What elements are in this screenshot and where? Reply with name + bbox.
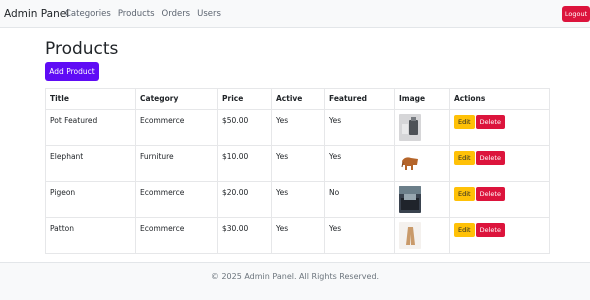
cell-price: $30.00 bbox=[217, 217, 272, 254]
cell-actions: Edit Delete bbox=[449, 217, 550, 254]
cell-category: Ecommerce bbox=[135, 217, 218, 254]
add-product-button[interactable]: Add Product bbox=[45, 62, 99, 81]
column-header-price: Price bbox=[217, 88, 272, 110]
cell-featured: Yes bbox=[324, 109, 395, 146]
footer-copyright: © 2025 Admin Panel. All Rights Reserved. bbox=[210, 272, 380, 281]
cell-featured: No bbox=[324, 181, 395, 218]
cell-featured: Yes bbox=[324, 145, 395, 182]
delete-button[interactable]: Delete bbox=[475, 187, 505, 201]
products-table: Title Category Price Active Featured Ima… bbox=[45, 88, 550, 254]
logout-button[interactable]: Logout bbox=[562, 6, 590, 22]
delete-button[interactable]: Delete bbox=[475, 151, 505, 165]
cell-title: Pot Featured bbox=[45, 109, 136, 146]
cell-image bbox=[394, 145, 450, 182]
column-header-image: Image bbox=[394, 88, 450, 110]
nav-link-orders[interactable]: Orders bbox=[162, 9, 191, 19]
delete-button[interactable]: Delete bbox=[475, 115, 505, 129]
table-row: Elephant Furniture $10.00 Yes Yes Edit De… bbox=[45, 145, 550, 182]
cell-image bbox=[394, 217, 450, 254]
table-header-row: Title Category Price Active Featured Ima… bbox=[45, 88, 550, 110]
edit-button[interactable]: Edit bbox=[454, 115, 475, 129]
cell-title: Pigeon bbox=[45, 181, 136, 218]
cell-actions: Edit Delete bbox=[449, 181, 550, 218]
cell-active: Yes bbox=[271, 145, 325, 182]
nav-link-products[interactable]: Products bbox=[118, 9, 155, 19]
nav-links: Categories Products Orders Users bbox=[65, 9, 228, 19]
navbar: Admin Panel Categories Products Orders U… bbox=[0, 0, 590, 28]
elephant-thumbnail bbox=[399, 150, 421, 177]
footer: © 2025 Admin Panel. All Rights Reserved. bbox=[0, 262, 590, 300]
pot-thumbnail bbox=[399, 114, 421, 141]
table-row: Pot Featured Ecommerce $50.00 Yes Yes Ed… bbox=[45, 109, 550, 146]
brand-link[interactable]: Admin Panel bbox=[4, 8, 69, 20]
cell-category: Furniture bbox=[135, 145, 218, 182]
column-header-actions: Actions bbox=[449, 88, 550, 110]
edit-button[interactable]: Edit bbox=[454, 151, 475, 165]
column-header-featured: Featured bbox=[324, 88, 395, 110]
column-header-active: Active bbox=[271, 88, 325, 110]
cell-image bbox=[394, 181, 450, 218]
patton-thumbnail bbox=[399, 222, 421, 249]
cell-featured: Yes bbox=[324, 217, 395, 254]
cell-image bbox=[394, 109, 450, 146]
cell-price: $20.00 bbox=[217, 181, 272, 218]
cell-active: Yes bbox=[271, 109, 325, 146]
cell-price: $50.00 bbox=[217, 109, 272, 146]
cell-title: Elephant bbox=[45, 145, 136, 182]
cell-active: Yes bbox=[271, 181, 325, 218]
edit-button[interactable]: Edit bbox=[454, 187, 475, 201]
cell-price: $10.00 bbox=[217, 145, 272, 182]
cell-title: Patton bbox=[45, 217, 136, 254]
cell-actions: Edit Delete bbox=[449, 109, 550, 146]
cell-active: Yes bbox=[271, 217, 325, 254]
edit-button[interactable]: Edit bbox=[454, 223, 475, 237]
cell-category: Ecommerce bbox=[135, 109, 218, 146]
delete-button[interactable]: Delete bbox=[475, 223, 505, 237]
pigeon-thumbnail bbox=[399, 186, 421, 213]
page-title: Products bbox=[45, 39, 119, 59]
table-row: Patton Ecommerce $30.00 Yes Yes Edit Dele… bbox=[45, 217, 550, 254]
table-row: Pigeon Ecommerce $20.00 Yes No Edit Delet… bbox=[45, 181, 550, 218]
nav-link-users[interactable]: Users bbox=[197, 9, 221, 19]
cell-actions: Edit Delete bbox=[449, 145, 550, 182]
nav-link-categories[interactable]: Categories bbox=[65, 9, 111, 19]
column-header-title: Title bbox=[45, 88, 136, 110]
column-header-category: Category bbox=[135, 88, 218, 110]
cell-category: Ecommerce bbox=[135, 181, 218, 218]
